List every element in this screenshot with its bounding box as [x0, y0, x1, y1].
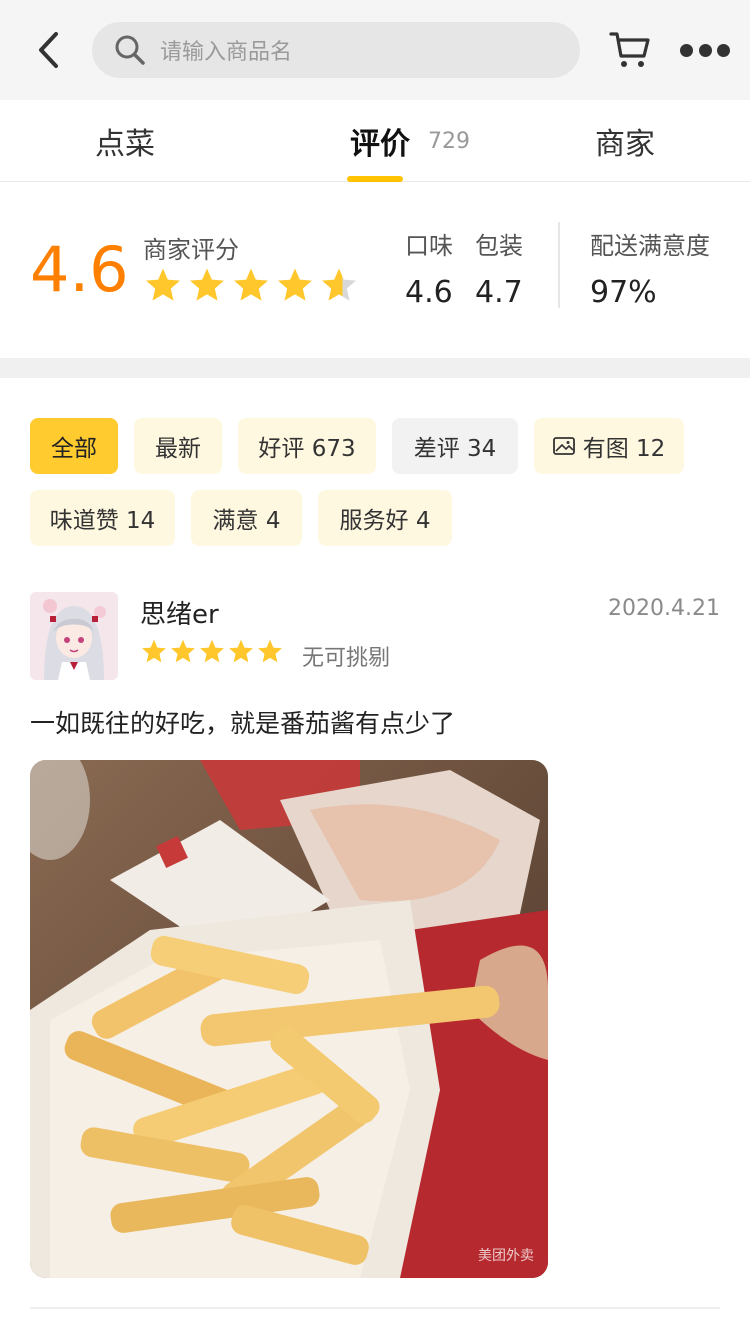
star-icon: [258, 639, 282, 663]
top-bar: 请输入商品名: [0, 0, 750, 100]
more-dot: [698, 43, 712, 57]
more-dot: [680, 43, 693, 57]
back-button[interactable]: [26, 24, 70, 76]
review-rating-text: 无可挑剔: [302, 646, 391, 671]
delivery-score: 配送满意度 97%: [590, 226, 710, 310]
filter-positive[interactable]: 好评 673: [238, 418, 376, 474]
filter-satisfied-label: 满意 4: [212, 508, 281, 534]
photo-watermark: 美团外卖: [478, 1248, 534, 1264]
sub-scores: 口味 4.6 包装 4.7: [405, 226, 545, 310]
more-button[interactable]: [680, 36, 730, 64]
filter-good-service-label: 服务好 4: [339, 508, 431, 534]
star-icon: [171, 639, 195, 663]
reviewer-name[interactable]: 思绪er: [140, 594, 219, 631]
tab-reviews-label: 评价: [350, 127, 410, 162]
delivery-label: 配送满意度: [590, 232, 710, 260]
filter-latest-label: 最新: [155, 436, 201, 462]
filter-negative[interactable]: 差评 34: [392, 418, 518, 474]
filter-with-photo[interactable]: 有图 12: [534, 418, 684, 474]
star-icon: [142, 639, 166, 663]
cart-icon: [609, 32, 650, 67]
tab-menu[interactable]: 点菜: [60, 100, 190, 182]
star-icon: [234, 268, 268, 301]
taste-score: 口味 4.6: [405, 226, 453, 310]
back-arrow-icon: [39, 32, 58, 68]
avatar-image: [30, 592, 118, 680]
filter-latest[interactable]: 最新: [134, 418, 222, 474]
review-stars: [140, 638, 285, 666]
filter-tasty[interactable]: 味道赞 14: [30, 490, 175, 546]
star-icon: [229, 639, 253, 663]
tab-menu-label: 点菜: [95, 127, 155, 162]
filter-with-photo-label: 有图 12: [582, 436, 666, 462]
review-divider: [30, 1307, 720, 1309]
image-icon: [552, 437, 575, 455]
filter-tasty-label: 味道赞 14: [49, 508, 156, 534]
search-icon: [114, 33, 148, 67]
tab-merchant-label: 商家: [595, 127, 655, 162]
star-icon: [278, 268, 312, 301]
cart-button[interactable]: [608, 28, 652, 72]
rating-summary: 4.6 商家评分 口味 4.6 包装 4.7 配送满意度 97%: [0, 182, 750, 358]
taste-value: 4.6: [405, 275, 453, 310]
filter-good-service[interactable]: 服务好 4: [318, 490, 452, 546]
star-icon: [322, 268, 356, 301]
search-placeholder: 请输入商品名: [160, 40, 293, 65]
star-icon: [190, 268, 224, 301]
packaging-value: 4.7: [475, 275, 523, 310]
tab-reviews-count: 729: [428, 128, 470, 154]
review-date: 2020.4.21: [608, 596, 720, 621]
overall-stars: [143, 266, 363, 306]
filter-negative-label: 差评 34: [413, 436, 497, 462]
fries-photo: 美团外卖: [30, 760, 548, 1278]
filter-all[interactable]: 全部: [30, 418, 118, 474]
review-text: 一如既往的好吃，就是番茄酱有点少了: [30, 709, 456, 738]
star-icon: [146, 268, 180, 301]
review-photo[interactable]: 美团外卖: [30, 760, 548, 1278]
score-divider: [558, 222, 560, 308]
avatar[interactable]: [30, 592, 118, 680]
star-icon: [200, 639, 224, 663]
filter-positive-label: 好评 673: [258, 436, 356, 462]
filter-all-label: 全部: [51, 436, 97, 462]
delivery-value: 97%: [590, 275, 657, 310]
section-separator: [0, 358, 750, 378]
tab-merchant[interactable]: 商家: [560, 100, 690, 182]
packaging-score: 包装 4.7: [475, 226, 523, 310]
tab-bar: 点菜 评价 729 商家: [0, 100, 750, 182]
overall-score-label: 商家评分: [143, 236, 239, 264]
filter-satisfied[interactable]: 满意 4: [191, 490, 302, 546]
more-dot: [717, 43, 730, 57]
taste-label: 口味: [405, 232, 453, 260]
tab-reviews[interactable]: 评价 729: [330, 100, 490, 182]
packaging-label: 包装: [475, 232, 523, 260]
overall-score: 4.6: [30, 233, 129, 306]
search-bar[interactable]: 请输入商品名: [92, 22, 580, 78]
